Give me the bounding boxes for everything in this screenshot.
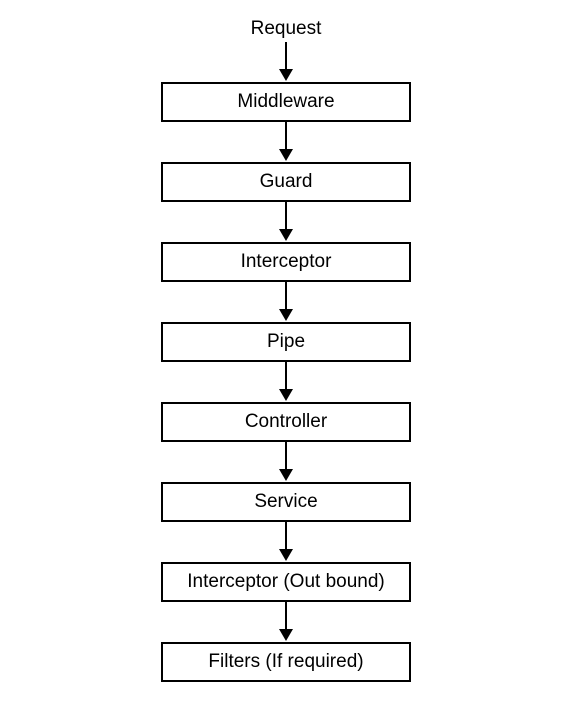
flowchart-container: Request Middleware Guard Interceptor Pip… <box>0 0 572 682</box>
step-label: Filters (If required) <box>208 651 363 673</box>
arrow-icon <box>279 42 293 82</box>
step-box-pipe: Pipe <box>161 322 411 362</box>
step-box-interceptor: Interceptor <box>161 242 411 282</box>
step-label: Service <box>254 491 317 513</box>
arrow-icon <box>279 122 293 162</box>
step-label: Interceptor <box>241 251 332 273</box>
step-label: Middleware <box>237 91 334 113</box>
arrow-icon <box>279 202 293 242</box>
step-box-service: Service <box>161 482 411 522</box>
arrow-icon <box>279 522 293 562</box>
step-label: Pipe <box>267 331 305 353</box>
step-label: Controller <box>245 411 327 433</box>
start-label: Request <box>251 18 322 40</box>
step-box-middleware: Middleware <box>161 82 411 122</box>
arrow-icon <box>279 362 293 402</box>
step-box-controller: Controller <box>161 402 411 442</box>
step-box-filters: Filters (If required) <box>161 642 411 682</box>
arrow-icon <box>279 282 293 322</box>
step-box-guard: Guard <box>161 162 411 202</box>
step-label: Interceptor (Out bound) <box>187 571 385 593</box>
arrow-icon <box>279 602 293 642</box>
step-label: Guard <box>260 171 313 193</box>
step-box-interceptor-outbound: Interceptor (Out bound) <box>161 562 411 602</box>
arrow-icon <box>279 442 293 482</box>
